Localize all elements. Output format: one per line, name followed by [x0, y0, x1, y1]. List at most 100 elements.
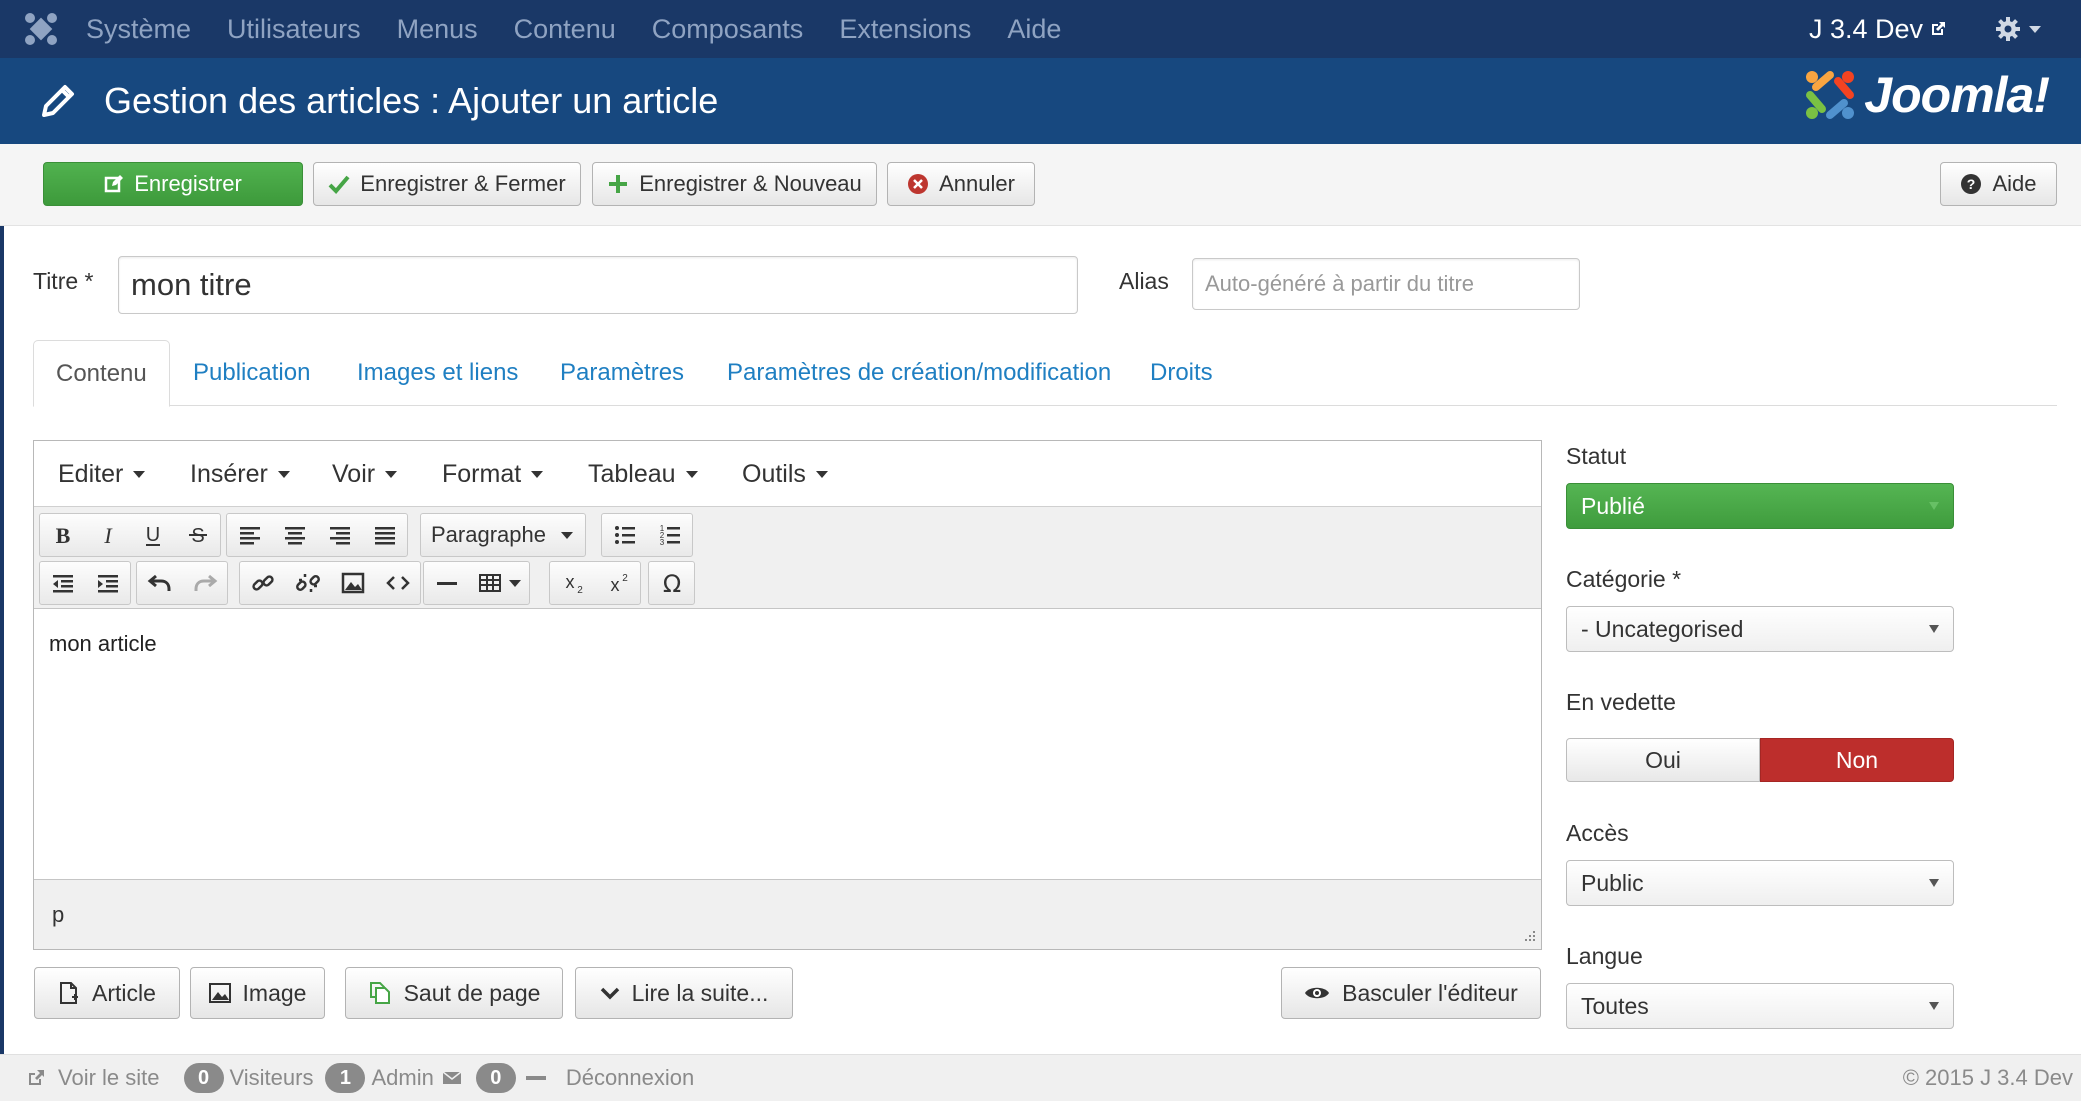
messages-count-badge[interactable]: 0: [475, 1063, 516, 1093]
editor-menu-format[interactable]: Format: [442, 441, 544, 507]
view-site-link[interactable]: Voir le site: [58, 1065, 160, 1091]
check-icon: [328, 175, 350, 194]
redo-button[interactable]: [182, 562, 227, 604]
svg-text:2: 2: [622, 573, 628, 584]
logout-link[interactable]: Déconnexion: [566, 1065, 694, 1091]
bullet-list-icon: [614, 526, 635, 544]
undo-button[interactable]: [137, 562, 182, 604]
table-button[interactable]: [469, 562, 529, 604]
language-select[interactable]: Toutes: [1566, 983, 1954, 1029]
save-new-button[interactable]: Enregistrer & Nouveau: [592, 162, 877, 206]
editor-toolbar: B I U S Paragraphe 123: [34, 507, 1541, 609]
bold-button[interactable]: B: [40, 514, 85, 556]
align-center-button[interactable]: [272, 514, 317, 556]
list-group: 123: [601, 513, 693, 557]
menu-extensions[interactable]: Extensions: [839, 14, 971, 45]
tab-droits[interactable]: Droits: [1150, 340, 1213, 406]
joomla-menu-icon[interactable]: [12, 0, 70, 58]
insert-pagebreak-button[interactable]: Saut de page: [345, 967, 563, 1019]
save-close-button[interactable]: Enregistrer & Fermer: [313, 162, 581, 206]
menu-aide[interactable]: Aide: [1007, 14, 1061, 45]
indent-button[interactable]: [85, 562, 130, 604]
tab-parametres-creation[interactable]: Paramètres de création/modification: [727, 340, 1111, 406]
category-select[interactable]: - Uncategorised: [1566, 606, 1954, 652]
resize-handle-icon[interactable]: [1521, 929, 1537, 945]
status-label: Statut: [1566, 443, 1627, 469]
insert-article-label: Article: [92, 979, 156, 1006]
external-link-icon: [1932, 22, 1945, 35]
align-left-button[interactable]: [227, 514, 272, 556]
insert-group: [239, 561, 421, 605]
editor-menu-voir[interactable]: Voir: [332, 441, 398, 507]
numbered-list-button[interactable]: 123: [647, 514, 692, 556]
tab-images-liens[interactable]: Images et liens: [357, 340, 518, 406]
save-button[interactable]: Enregistrer: [43, 162, 303, 206]
menu-contenu[interactable]: Contenu: [514, 14, 616, 45]
chevron-down-icon: [685, 470, 698, 478]
history-group: [136, 561, 228, 605]
strikethrough-button[interactable]: S: [175, 514, 220, 556]
table-icon: [479, 574, 501, 592]
menu-systeme[interactable]: Système: [86, 14, 191, 45]
top-navbar: Système Utilisateurs Menus Contenu Compo…: [0, 0, 2081, 58]
align-right-button[interactable]: [317, 514, 362, 556]
editor-content-area[interactable]: mon article: [34, 609, 1541, 881]
editor-menu-outils-label: Outils: [742, 459, 806, 488]
site-link[interactable]: J 3.4 Dev: [1809, 14, 1947, 45]
align-group: [226, 513, 408, 557]
svg-text:U: U: [145, 524, 159, 546]
envelope-icon: [442, 1071, 462, 1084]
outdent-icon: [52, 575, 73, 593]
tab-contenu[interactable]: Contenu: [33, 340, 170, 407]
tab-publication[interactable]: Publication: [193, 340, 310, 406]
title-input[interactable]: mon titre: [118, 256, 1078, 314]
insert-article-button[interactable]: Article: [34, 967, 180, 1019]
italic-button[interactable]: I: [85, 514, 130, 556]
editor-menu-editer[interactable]: Editer: [58, 441, 146, 507]
featured-yes-option[interactable]: Oui: [1566, 738, 1760, 782]
script-group: x2 x2: [549, 561, 641, 605]
save-new-label: Enregistrer & Nouveau: [639, 171, 862, 196]
toggle-editor-label: Basculer l'éditeur: [1342, 979, 1518, 1006]
block-format-select[interactable]: Paragraphe: [420, 513, 586, 557]
code-icon: [385, 576, 410, 590]
alias-input[interactable]: Auto-généré à partir du titre: [1192, 258, 1580, 310]
menu-utilisateurs[interactable]: Utilisateurs: [227, 14, 361, 45]
image-button[interactable]: [330, 562, 375, 604]
dropdown-arrow-icon: [1929, 1002, 1939, 1010]
charmap-group: Ω: [648, 561, 695, 605]
toggle-editor-button[interactable]: Basculer l'éditeur: [1281, 967, 1541, 1019]
editor-menu-format-label: Format: [442, 459, 522, 488]
editor-menu-outils[interactable]: Outils: [742, 441, 828, 507]
special-char-button[interactable]: Ω: [649, 562, 694, 604]
insert-readmore-button[interactable]: Lire la suite...: [575, 967, 793, 1019]
editor-menu-inserer[interactable]: Insérer: [190, 441, 290, 507]
superscript-button[interactable]: x2: [595, 562, 640, 604]
unlink-button[interactable]: [285, 562, 330, 604]
chevron-down-icon: [385, 470, 398, 478]
cancel-button[interactable]: Annuler: [887, 162, 1035, 206]
link-button[interactable]: [240, 562, 285, 604]
access-select[interactable]: Public: [1566, 860, 1954, 906]
align-justify-button[interactable]: [362, 514, 407, 556]
featured-no-option[interactable]: Non: [1760, 738, 1954, 782]
horizontal-rule-button[interactable]: [424, 562, 469, 604]
bullet-list-button[interactable]: [602, 514, 647, 556]
menu-menus[interactable]: Menus: [397, 14, 478, 45]
editor-element-path[interactable]: p: [52, 902, 64, 928]
code-button[interactable]: [375, 562, 420, 604]
status-select[interactable]: Publié: [1566, 483, 1954, 529]
page-header: Gestion des articles : Ajouter un articl…: [0, 58, 2081, 144]
outdent-button[interactable]: [40, 562, 85, 604]
menu-composants[interactable]: Composants: [652, 14, 804, 45]
insert-image-button[interactable]: Image: [190, 967, 325, 1019]
settings-dropdown[interactable]: [1995, 16, 2041, 42]
underline-button[interactable]: U: [130, 514, 175, 556]
help-button[interactable]: ? Aide: [1940, 162, 2057, 206]
indent-icon: [97, 575, 118, 593]
subscript-button[interactable]: x2: [550, 562, 595, 604]
strikethrough-icon: S: [188, 525, 207, 547]
tab-parametres[interactable]: Paramètres: [560, 340, 684, 406]
underline-icon: U: [145, 524, 160, 546]
editor-menu-tableau[interactable]: Tableau: [588, 441, 698, 507]
